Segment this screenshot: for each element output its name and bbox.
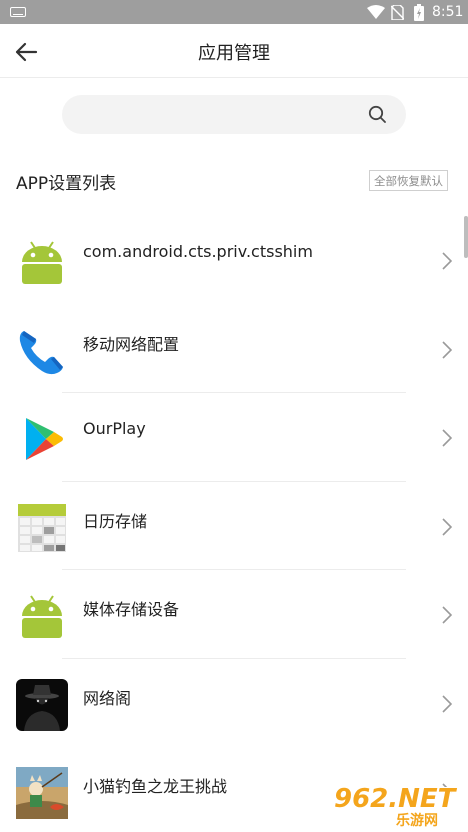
hat-figure-icon <box>16 678 68 731</box>
chevron-right-icon <box>442 340 452 359</box>
no-sim-icon <box>391 5 404 20</box>
chevron-right-icon <box>442 694 452 713</box>
list-item[interactable]: OurPlay <box>0 393 468 482</box>
reset-all-button[interactable]: 全部恢复默认 <box>369 170 448 191</box>
keyboard-icon <box>10 7 26 17</box>
watermark-subtitle: 乐游网 <box>396 813 438 829</box>
chevron-right-icon <box>442 606 452 624</box>
battery-icon <box>414 4 424 21</box>
app-name: 移动网络配置 <box>83 334 180 354</box>
chevron-right-icon <box>442 252 452 270</box>
app-name: OurPlay <box>83 419 146 438</box>
android-robot-icon <box>22 595 62 638</box>
list-item[interactable]: 媒体存储设备 <box>0 570 468 659</box>
app-name: 媒体存储设备 <box>83 600 180 619</box>
phone-handset-icon <box>19 330 63 374</box>
android-robot-icon <box>22 241 62 284</box>
page-title: 应用管理 <box>198 43 270 64</box>
scrollbar[interactable] <box>464 216 468 258</box>
status-bar: 8:51 <box>0 0 468 24</box>
app-bar: 应用管理 <box>0 24 468 78</box>
app-name: com.android.cts.priv.ctsshim <box>83 242 313 261</box>
app-list: com.android.cts.priv.ctsshim 移动网络配置 OurP… <box>0 216 468 832</box>
search-icon[interactable] <box>368 105 387 124</box>
list-item[interactable]: 移动网络配置 <box>0 305 468 393</box>
chevron-right-icon <box>442 429 452 447</box>
watermark: 962.NET 乐游网 <box>330 782 465 829</box>
app-name: 小猫钓鱼之龙王挑战 <box>83 777 228 796</box>
list-item[interactable]: 网络阁 <box>0 659 468 748</box>
wifi-icon <box>367 5 385 19</box>
calendar-grid-icon <box>18 503 66 552</box>
status-time: 8:51 <box>432 4 464 20</box>
cat-fishing-game-icon <box>16 767 68 819</box>
list-item[interactable]: 日历存储 <box>0 482 468 570</box>
app-name: 网络阁 <box>83 688 132 708</box>
app-name: 日历存储 <box>83 511 148 531</box>
chevron-right-icon <box>442 517 452 536</box>
list-item[interactable]: com.android.cts.priv.ctsshim <box>0 216 468 305</box>
section-title: APP设置列表 <box>16 174 117 194</box>
search-input[interactable] <box>80 95 360 134</box>
search-bar[interactable] <box>62 95 406 134</box>
play-triangle-icon <box>26 418 63 460</box>
